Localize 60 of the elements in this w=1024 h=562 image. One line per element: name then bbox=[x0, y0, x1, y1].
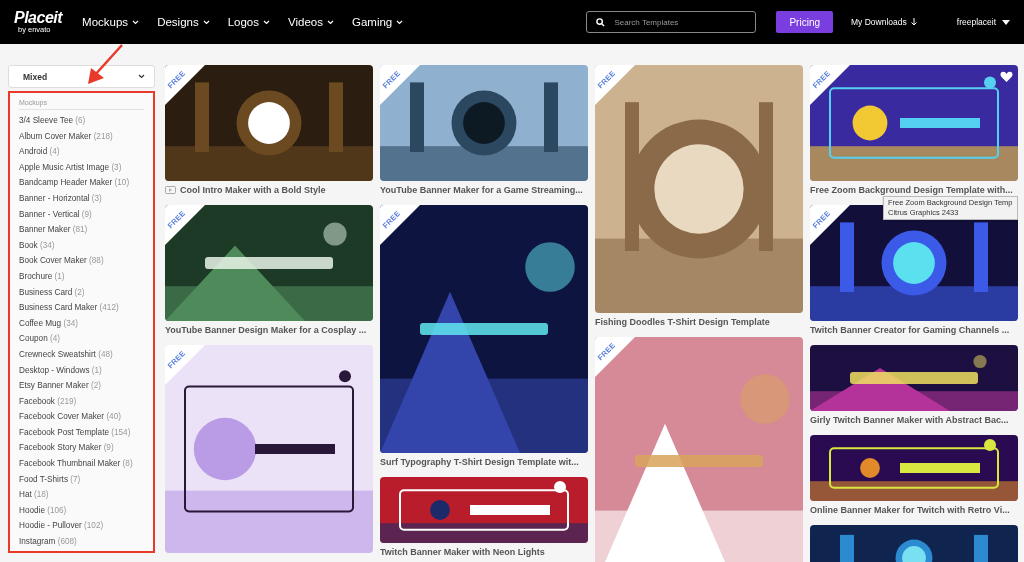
logo-wordmark[interactable]: Placeit bbox=[14, 10, 63, 27]
template-title[interactable]: Twitch Banner Creator for Gaming Channels ... bbox=[810, 325, 1010, 335]
category-link[interactable]: Facebook Story Maker (9) bbox=[19, 440, 144, 457]
template-title[interactable]: Free Zoom Background Design Template with... bbox=[810, 185, 1013, 195]
category-link[interactable]: Etsy Banner Maker (2) bbox=[19, 378, 144, 394]
category-link[interactable]: Coupon (4) bbox=[19, 331, 144, 347]
category-link[interactable]: Book (34) bbox=[19, 237, 144, 254]
category-link[interactable]: Hat (18) bbox=[19, 487, 144, 503]
category-link[interactable]: Instagram (608) bbox=[19, 534, 144, 550]
template-title[interactable]: Twitch Banner Maker with Neon Lights bbox=[380, 547, 545, 557]
category-link[interactable]: Android (4) bbox=[19, 144, 144, 160]
template-title[interactable]: Girly Twitch Banner Maker with Abstract Bac... bbox=[810, 415, 1009, 425]
category-link[interactable]: Hoodie - Pullover (102) bbox=[19, 518, 144, 535]
category-link[interactable]: Business Card Maker (412) bbox=[19, 300, 144, 316]
template-title[interactable]: Surf Typography T-Shirt Design Template wit... bbox=[380, 457, 579, 467]
chevron-down-icon bbox=[327, 19, 334, 25]
chevron-down-icon bbox=[263, 19, 271, 25]
annotation-arrow bbox=[86, 44, 124, 86]
category-link[interactable]: Book Cover Maker (88) bbox=[19, 253, 144, 269]
user-menu[interactable]: freeplaceit bbox=[956, 17, 996, 27]
category-link[interactable]: Bandcamp Header Maker (10) bbox=[19, 175, 144, 191]
template-title[interactable]: Fishing Doodles T-Shirt Design Template bbox=[595, 317, 770, 327]
category-link[interactable]: Business Card (2) bbox=[19, 284, 144, 301]
category-link[interactable]: Desktop - Windows (1) bbox=[19, 362, 144, 379]
download-arrow-icon bbox=[910, 18, 917, 26]
category-link[interactable]: Facebook Post Template (154) bbox=[19, 424, 144, 441]
heart-icon[interactable] bbox=[1000, 71, 1013, 83]
category-link[interactable]: Facebook Cover Maker (40) bbox=[19, 409, 144, 425]
template-title[interactable]: Online Banner Maker for Twitch with Retro Vi... bbox=[810, 505, 1010, 515]
downloads-link[interactable]: My Downloads bbox=[851, 17, 907, 27]
filter-dropdown[interactable]: Mixed bbox=[8, 65, 155, 88]
category-link[interactable]: Crewneck Sweatshirt (48) bbox=[19, 346, 144, 363]
nav-menu[interactable]: Mockups bbox=[82, 16, 129, 28]
category-link[interactable]: Banner - Horizontal (3) bbox=[19, 190, 144, 207]
category-link[interactable]: Facebook (219) bbox=[19, 393, 144, 410]
chevron-down-icon bbox=[396, 19, 404, 25]
nav-menu[interactable]: Designs bbox=[157, 16, 199, 28]
caret-icon bbox=[1002, 19, 1010, 25]
template-title[interactable]: Cool Intro Maker with a Bold Style bbox=[180, 185, 326, 195]
category-link[interactable]: Coffee Mug (34) bbox=[19, 315, 144, 332]
search-icon bbox=[596, 18, 606, 27]
nav-menu[interactable]: Logos bbox=[227, 16, 260, 28]
chevron-down-icon bbox=[202, 19, 210, 25]
pricing-button[interactable]: Pricing bbox=[776, 11, 834, 33]
category-link[interactable]: Hoodie (106) bbox=[19, 502, 144, 519]
chevron-down-icon bbox=[138, 74, 145, 79]
category-link[interactable]: Album Cover Maker (218) bbox=[19, 128, 144, 145]
category-link[interactable]: Banner - Vertical (9) bbox=[19, 206, 144, 223]
nav-menu[interactable]: Gaming bbox=[352, 16, 393, 28]
category-link[interactable]: Facebook Thumbnail Maker (8) bbox=[19, 456, 144, 472]
category-link[interactable]: Banner Maker (81) bbox=[19, 222, 144, 238]
category-link[interactable]: Brochure (1) bbox=[19, 268, 144, 285]
category-link[interactable]: Apple Music Artist Image (3) bbox=[19, 159, 144, 176]
template-title[interactable]: YouTube Banner Design Maker for a Cosplay ... bbox=[165, 325, 367, 335]
search-field[interactable]: Search Templates bbox=[586, 11, 757, 33]
nav-menu[interactable]: Videos bbox=[288, 16, 323, 28]
category-link[interactable]: 3/4 Sleeve Tee (6) bbox=[19, 113, 144, 129]
category-link[interactable]: Food T-Shirts (7) bbox=[19, 471, 144, 488]
chevron-down-icon bbox=[132, 19, 140, 25]
template-title[interactable]: YouTube Banner Maker for a Game Streaming... bbox=[380, 185, 583, 195]
